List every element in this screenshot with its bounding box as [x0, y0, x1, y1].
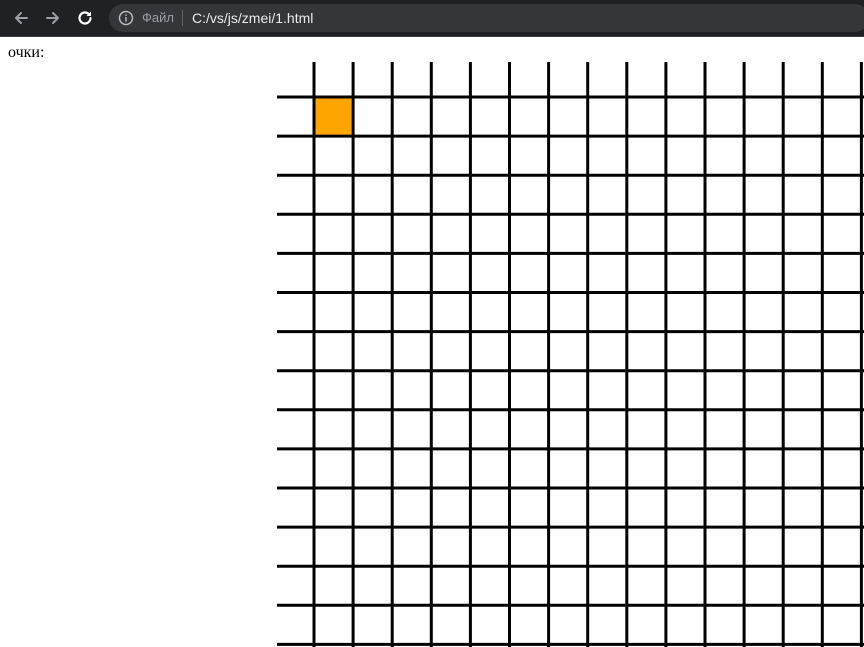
board-background [277, 62, 864, 647]
game-board [277, 62, 864, 647]
snake-head [315, 98, 352, 135]
